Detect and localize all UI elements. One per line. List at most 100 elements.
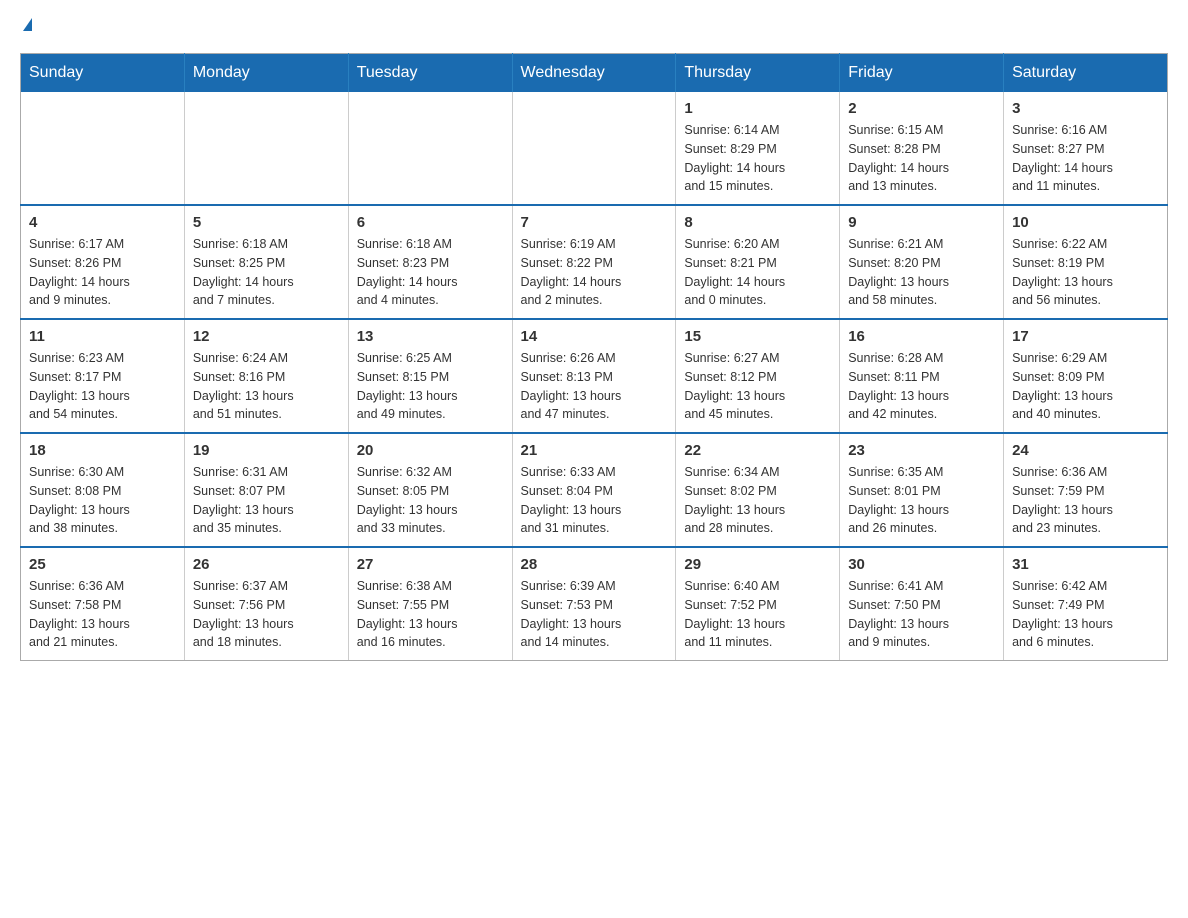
day-info: Sunrise: 6:23 AM Sunset: 8:17 PM Dayligh… xyxy=(29,349,176,424)
day-number: 11 xyxy=(29,328,176,345)
calendar-cell: 26 Sunrise: 6:37 AM Sunset: 7:56 PM Dayli… xyxy=(184,547,348,661)
day-info: Sunrise: 6:26 AM Sunset: 8:13 PM Dayligh… xyxy=(521,349,668,424)
day-info: Sunrise: 6:22 AM Sunset: 8:19 PM Dayligh… xyxy=(1012,235,1159,310)
day-number: 17 xyxy=(1012,328,1159,345)
calendar-cell: 3 Sunrise: 6:16 AM Sunset: 8:27 PM Daylig… xyxy=(1004,92,1168,205)
day-number: 20 xyxy=(357,442,504,459)
day-info: Sunrise: 6:36 AM Sunset: 7:58 PM Dayligh… xyxy=(29,577,176,652)
day-info: Sunrise: 6:37 AM Sunset: 7:56 PM Dayligh… xyxy=(193,577,340,652)
day-number: 21 xyxy=(521,442,668,459)
day-number: 1 xyxy=(684,100,831,117)
calendar-table: SundayMondayTuesdayWednesdayThursdayFrid… xyxy=(20,53,1168,661)
calendar-cell: 14 Sunrise: 6:26 AM Sunset: 8:13 PM Dayli… xyxy=(512,319,676,433)
day-info: Sunrise: 6:34 AM Sunset: 8:02 PM Dayligh… xyxy=(684,463,831,538)
day-info: Sunrise: 6:32 AM Sunset: 8:05 PM Dayligh… xyxy=(357,463,504,538)
calendar-cell: 28 Sunrise: 6:39 AM Sunset: 7:53 PM Dayli… xyxy=(512,547,676,661)
day-info: Sunrise: 6:36 AM Sunset: 7:59 PM Dayligh… xyxy=(1012,463,1159,538)
day-info: Sunrise: 6:39 AM Sunset: 7:53 PM Dayligh… xyxy=(521,577,668,652)
calendar-cell: 20 Sunrise: 6:32 AM Sunset: 8:05 PM Dayli… xyxy=(348,433,512,547)
day-number: 12 xyxy=(193,328,340,345)
day-number: 10 xyxy=(1012,214,1159,231)
weekday-header-monday: Monday xyxy=(184,54,348,93)
day-number: 23 xyxy=(848,442,995,459)
day-number: 29 xyxy=(684,556,831,573)
calendar-week-row: 1Sunrise: 6:14 AM Sunset: 8:29 PM Daylig… xyxy=(21,92,1168,205)
day-info: Sunrise: 6:30 AM Sunset: 8:08 PM Dayligh… xyxy=(29,463,176,538)
calendar-cell: 1Sunrise: 6:14 AM Sunset: 8:29 PM Daylig… xyxy=(676,92,840,205)
day-info: Sunrise: 6:18 AM Sunset: 8:23 PM Dayligh… xyxy=(357,235,504,310)
day-number: 4 xyxy=(29,214,176,231)
day-number: 22 xyxy=(684,442,831,459)
day-number: 27 xyxy=(357,556,504,573)
calendar-header-row: SundayMondayTuesdayWednesdayThursdayFrid… xyxy=(21,54,1168,93)
weekday-header-sunday: Sunday xyxy=(21,54,185,93)
calendar-cell: 31 Sunrise: 6:42 AM Sunset: 7:49 PM Dayli… xyxy=(1004,547,1168,661)
day-number: 18 xyxy=(29,442,176,459)
day-number: 3 xyxy=(1012,100,1159,117)
calendar-cell: 10 Sunrise: 6:22 AM Sunset: 8:19 PM Dayli… xyxy=(1004,205,1168,319)
day-info: Sunrise: 6:38 AM Sunset: 7:55 PM Dayligh… xyxy=(357,577,504,652)
calendar-cell: 2Sunrise: 6:15 AM Sunset: 8:28 PM Daylig… xyxy=(840,92,1004,205)
day-info: Sunrise: 6:27 AM Sunset: 8:12 PM Dayligh… xyxy=(684,349,831,424)
day-number: 19 xyxy=(193,442,340,459)
day-info: Sunrise: 6:18 AM Sunset: 8:25 PM Dayligh… xyxy=(193,235,340,310)
calendar-cell: 15 Sunrise: 6:27 AM Sunset: 8:12 PM Dayli… xyxy=(676,319,840,433)
calendar-cell: 7Sunrise: 6:19 AM Sunset: 8:22 PM Daylig… xyxy=(512,205,676,319)
calendar-cell xyxy=(512,92,676,205)
calendar-cell xyxy=(184,92,348,205)
day-number: 24 xyxy=(1012,442,1159,459)
day-info: Sunrise: 6:24 AM Sunset: 8:16 PM Dayligh… xyxy=(193,349,340,424)
day-number: 31 xyxy=(1012,556,1159,573)
day-number: 6 xyxy=(357,214,504,231)
calendar-cell: 27 Sunrise: 6:38 AM Sunset: 7:55 PM Dayli… xyxy=(348,547,512,661)
calendar-cell: 16Sunrise: 6:28 AM Sunset: 8:11 PM Dayli… xyxy=(840,319,1004,433)
day-number: 14 xyxy=(521,328,668,345)
day-number: 8 xyxy=(684,214,831,231)
day-info: Sunrise: 6:31 AM Sunset: 8:07 PM Dayligh… xyxy=(193,463,340,538)
day-info: Sunrise: 6:20 AM Sunset: 8:21 PM Dayligh… xyxy=(684,235,831,310)
calendar-cell: 6 Sunrise: 6:18 AM Sunset: 8:23 PM Daylig… xyxy=(348,205,512,319)
calendar-cell: 25 Sunrise: 6:36 AM Sunset: 7:58 PM Dayli… xyxy=(21,547,185,661)
day-info: Sunrise: 6:35 AM Sunset: 8:01 PM Dayligh… xyxy=(848,463,995,538)
calendar-cell: 13 Sunrise: 6:25 AM Sunset: 8:15 PM Dayli… xyxy=(348,319,512,433)
day-number: 26 xyxy=(193,556,340,573)
calendar-cell: 21 Sunrise: 6:33 AM Sunset: 8:04 PM Dayli… xyxy=(512,433,676,547)
day-info: Sunrise: 6:33 AM Sunset: 8:04 PM Dayligh… xyxy=(521,463,668,538)
weekday-header-friday: Friday xyxy=(840,54,1004,93)
logo-triangle-icon xyxy=(23,18,32,31)
calendar-cell: 22 Sunrise: 6:34 AM Sunset: 8:02 PM Dayli… xyxy=(676,433,840,547)
calendar-week-row: 18 Sunrise: 6:30 AM Sunset: 8:08 PM Dayli… xyxy=(21,433,1168,547)
calendar-cell: 29 Sunrise: 6:40 AM Sunset: 7:52 PM Dayli… xyxy=(676,547,840,661)
logo xyxy=(20,20,32,33)
calendar-cell: 11 Sunrise: 6:23 AM Sunset: 8:17 PM Dayli… xyxy=(21,319,185,433)
calendar-cell: 30Sunrise: 6:41 AM Sunset: 7:50 PM Dayli… xyxy=(840,547,1004,661)
day-number: 13 xyxy=(357,328,504,345)
calendar-cell: 4 Sunrise: 6:17 AM Sunset: 8:26 PM Daylig… xyxy=(21,205,185,319)
day-info: Sunrise: 6:21 AM Sunset: 8:20 PM Dayligh… xyxy=(848,235,995,310)
calendar-cell: 9 Sunrise: 6:21 AM Sunset: 8:20 PM Daylig… xyxy=(840,205,1004,319)
day-info: Sunrise: 6:40 AM Sunset: 7:52 PM Dayligh… xyxy=(684,577,831,652)
calendar-cell: 19 Sunrise: 6:31 AM Sunset: 8:07 PM Dayli… xyxy=(184,433,348,547)
weekday-header-tuesday: Tuesday xyxy=(348,54,512,93)
day-number: 15 xyxy=(684,328,831,345)
calendar-week-row: 4 Sunrise: 6:17 AM Sunset: 8:26 PM Daylig… xyxy=(21,205,1168,319)
calendar-cell: 12 Sunrise: 6:24 AM Sunset: 8:16 PM Dayli… xyxy=(184,319,348,433)
day-number: 16 xyxy=(848,328,995,345)
day-info: Sunrise: 6:29 AM Sunset: 8:09 PM Dayligh… xyxy=(1012,349,1159,424)
day-number: 25 xyxy=(29,556,176,573)
day-info: Sunrise: 6:25 AM Sunset: 8:15 PM Dayligh… xyxy=(357,349,504,424)
day-info: Sunrise: 6:16 AM Sunset: 8:27 PM Dayligh… xyxy=(1012,121,1159,196)
day-info: Sunrise: 6:42 AM Sunset: 7:49 PM Dayligh… xyxy=(1012,577,1159,652)
calendar-cell xyxy=(21,92,185,205)
day-number: 30 xyxy=(848,556,995,573)
calendar-cell: 5Sunrise: 6:18 AM Sunset: 8:25 PM Daylig… xyxy=(184,205,348,319)
calendar-week-row: 25 Sunrise: 6:36 AM Sunset: 7:58 PM Dayli… xyxy=(21,547,1168,661)
page-header xyxy=(20,20,1168,33)
day-number: 28 xyxy=(521,556,668,573)
day-number: 9 xyxy=(848,214,995,231)
day-info: Sunrise: 6:17 AM Sunset: 8:26 PM Dayligh… xyxy=(29,235,176,310)
day-number: 7 xyxy=(521,214,668,231)
weekday-header-saturday: Saturday xyxy=(1004,54,1168,93)
weekday-header-wednesday: Wednesday xyxy=(512,54,676,93)
day-number: 2 xyxy=(848,100,995,117)
